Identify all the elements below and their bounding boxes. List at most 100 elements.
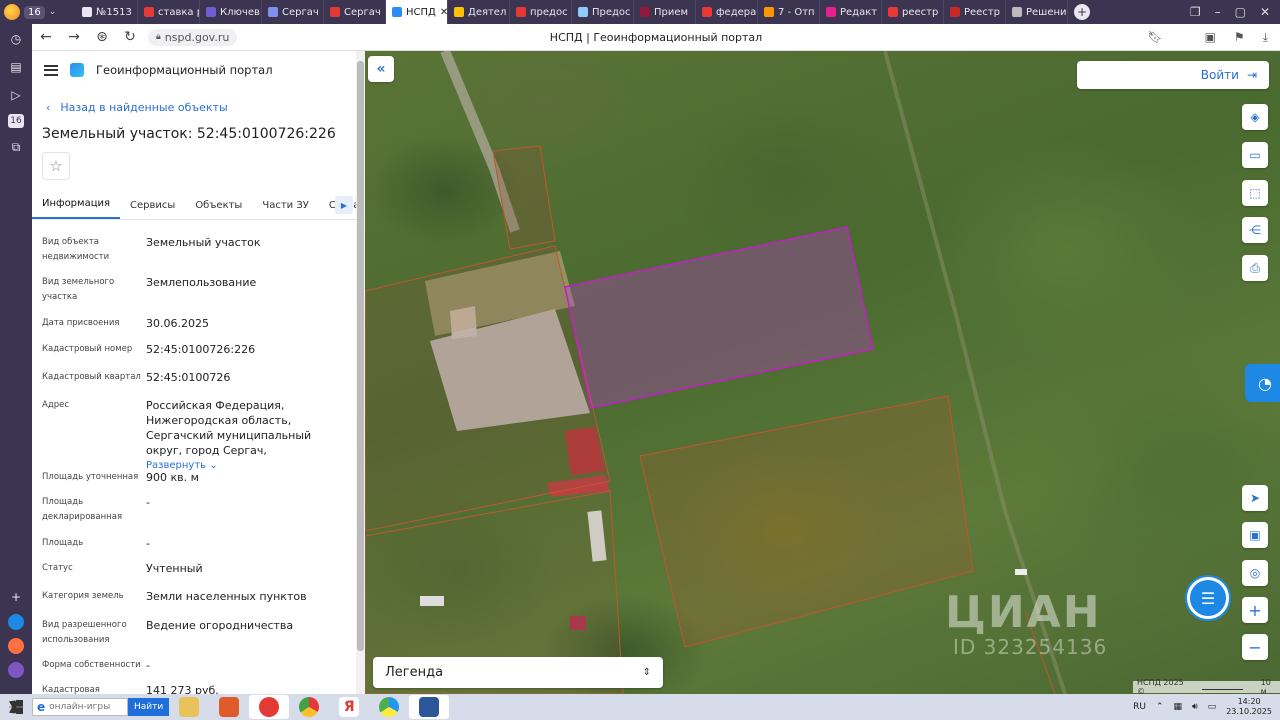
browser-tab[interactable]: Деятел: [448, 0, 510, 24]
browser-tab[interactable]: ставка р: [138, 0, 200, 24]
tabs-16-icon[interactable]: 16: [8, 114, 24, 128]
app-6-icon: [379, 697, 400, 717]
browser-tab[interactable]: Ключев: [200, 0, 262, 24]
property-value-text: Ведение огородничества: [146, 619, 294, 632]
history-icon[interactable]: ◷: [7, 30, 25, 48]
browser-tab[interactable]: предос: [510, 0, 572, 24]
property-value-text: Земли населенных пунктов: [146, 590, 307, 603]
windows-icon: [9, 700, 23, 714]
screenshot-icon[interactable]: ⧉: [7, 138, 25, 156]
browser-tab[interactable]: Сергач: [262, 0, 324, 24]
browser-tab[interactable]: Предос: [572, 0, 634, 24]
collapse-panel-button[interactable]: «: [368, 56, 394, 82]
browser-tab[interactable]: Прием: [634, 0, 696, 24]
reload-icon[interactable]: ↻: [116, 29, 144, 45]
tray-chevron-icon[interactable]: ⌃: [1156, 702, 1164, 712]
panel-tab-2[interactable]: Объекты: [185, 200, 252, 219]
taskbar-app-6[interactable]: [369, 695, 409, 719]
chat-button[interactable]: ☰: [1187, 577, 1229, 619]
browser-tab[interactable]: НСПД ✕: [386, 0, 448, 24]
alice-icon[interactable]: [8, 662, 24, 678]
panel-tab-3[interactable]: Части ЗУ: [252, 200, 319, 219]
minimap-button[interactable]: ▣: [1242, 522, 1268, 548]
panel-scrollbar[interactable]: [356, 51, 365, 694]
property-label: Кадастровый номер: [42, 344, 133, 354]
tab-favicon-icon: [454, 7, 464, 17]
chevron-down-icon[interactable]: ⌄: [49, 7, 57, 17]
new-tab-button[interactable]: +: [1074, 4, 1090, 20]
scrollbar-thumb[interactable]: [357, 61, 364, 651]
taskbar-app-2[interactable]: [209, 695, 249, 719]
reader-icon[interactable]: ▣: [1205, 30, 1216, 45]
share-button[interactable]: ⋲: [1242, 217, 1268, 243]
login-button[interactable]: Войти ⇥: [1077, 61, 1269, 89]
browser-tab[interactable]: Сергач: [324, 0, 386, 24]
browser-tab[interactable]: Реестр: [944, 0, 1006, 24]
ruler-button[interactable]: ▭: [1242, 142, 1268, 168]
add-icon[interactable]: +: [7, 588, 25, 606]
map-view[interactable]: « Войти ⇥ ◈ ▭ ⬚ ⋲ ⎙ ◔ ➤ ▣ ◎ + − ☰ ЦИАН I…: [365, 51, 1280, 694]
browser-tab[interactable]: Решени: [1006, 0, 1068, 24]
taskbar-explorer[interactable]: [169, 695, 209, 719]
collections-icon[interactable]: ▤: [7, 58, 25, 76]
taskbar-yandex-browser[interactable]: [249, 695, 290, 719]
close-window-button[interactable]: ✕: [1260, 5, 1270, 19]
property-label: Площадь: [42, 538, 84, 548]
play-icon[interactable]: ▷: [7, 86, 25, 104]
battery-icon[interactable]: ▭: [1208, 702, 1217, 712]
zoom-out-button[interactable]: −: [1242, 634, 1268, 660]
select-area-button[interactable]: ⬚: [1242, 180, 1268, 206]
app-icon-1[interactable]: [8, 614, 24, 630]
geo-search-button[interactable]: ◎: [1242, 560, 1268, 586]
tab-label: НСПД: [406, 6, 436, 18]
share-icon: ⋲: [1249, 223, 1261, 237]
url-field[interactable]: 🔒︎ nspd.gov.ru: [148, 28, 238, 46]
bookmark-icon[interactable]: 🔖︎: [1147, 30, 1162, 45]
back-arrow-icon[interactable]: ←: [32, 29, 60, 45]
browser-tab[interactable]: №1513: [76, 0, 138, 24]
extension-icon[interactable]: ⚑: [1234, 30, 1245, 45]
clock[interactable]: 14:20 23.10.2025: [1226, 697, 1272, 717]
network-icon[interactable]: ▦: [1173, 702, 1182, 712]
zoom-in-button[interactable]: +: [1242, 597, 1268, 623]
start-button[interactable]: [0, 694, 32, 720]
back-to-results-link[interactable]: ‹ Назад в найденные объекты: [46, 101, 365, 114]
protect-icon[interactable]: ⊛: [88, 29, 116, 45]
watermark-id: ID 323254136: [953, 635, 1108, 659]
tab-count-badge[interactable]: 16: [24, 5, 45, 19]
layers-button[interactable]: ◈: [1242, 104, 1268, 130]
browser-menu[interactable]: 16 ⌄: [0, 4, 76, 20]
taskbar-word[interactable]: [409, 695, 450, 719]
taskbar-search[interactable]: e онлайн-игры: [32, 698, 128, 716]
maximize-button[interactable]: ▢: [1235, 5, 1246, 19]
download-icon[interactable]: ⤓: [1263, 30, 1268, 45]
tabs-scroll-right-icon[interactable]: ▶: [335, 196, 353, 214]
locate-button[interactable]: ➤: [1242, 485, 1268, 511]
app-icon-2[interactable]: [8, 638, 24, 654]
browser-tab[interactable]: Редакт: [820, 0, 882, 24]
browser-tab[interactable]: федера: [696, 0, 758, 24]
language-indicator[interactable]: RU: [1133, 702, 1146, 712]
minimize-button[interactable]: –: [1215, 5, 1221, 19]
legend-dropdown[interactable]: Легенда ⇕: [373, 657, 663, 688]
browser-tab[interactable]: 7 - Отп: [758, 0, 820, 24]
forward-arrow-icon[interactable]: →: [60, 29, 88, 45]
property-value-text: 52:45:0100726: [146, 371, 231, 384]
taskbar-yandex[interactable]: Я: [329, 695, 369, 719]
favorite-button[interactable]: ☆: [42, 152, 70, 180]
tab-favicon-icon: [826, 7, 836, 17]
print-button[interactable]: ⎙: [1242, 255, 1268, 281]
taskbar-chrome[interactable]: [289, 695, 329, 719]
property-value-text: Земельный участок: [146, 236, 261, 249]
menu-icon[interactable]: [44, 64, 58, 76]
close-tab-icon[interactable]: ✕: [440, 7, 447, 18]
property-label: Форма собственности: [42, 660, 141, 670]
side-widget-tab[interactable]: ◔: [1245, 364, 1280, 402]
panel-tab-0[interactable]: Информация: [32, 198, 121, 219]
tab-manager-icon[interactable]: ❐: [1190, 5, 1201, 19]
selected-parcel[interactable]: [564, 226, 874, 409]
volume-icon[interactable]: 🔊︎: [1192, 702, 1198, 712]
search-go-button[interactable]: Найти: [128, 698, 170, 716]
browser-tab[interactable]: реестр: [882, 0, 944, 24]
panel-tab-1[interactable]: Сервисы: [120, 200, 185, 219]
